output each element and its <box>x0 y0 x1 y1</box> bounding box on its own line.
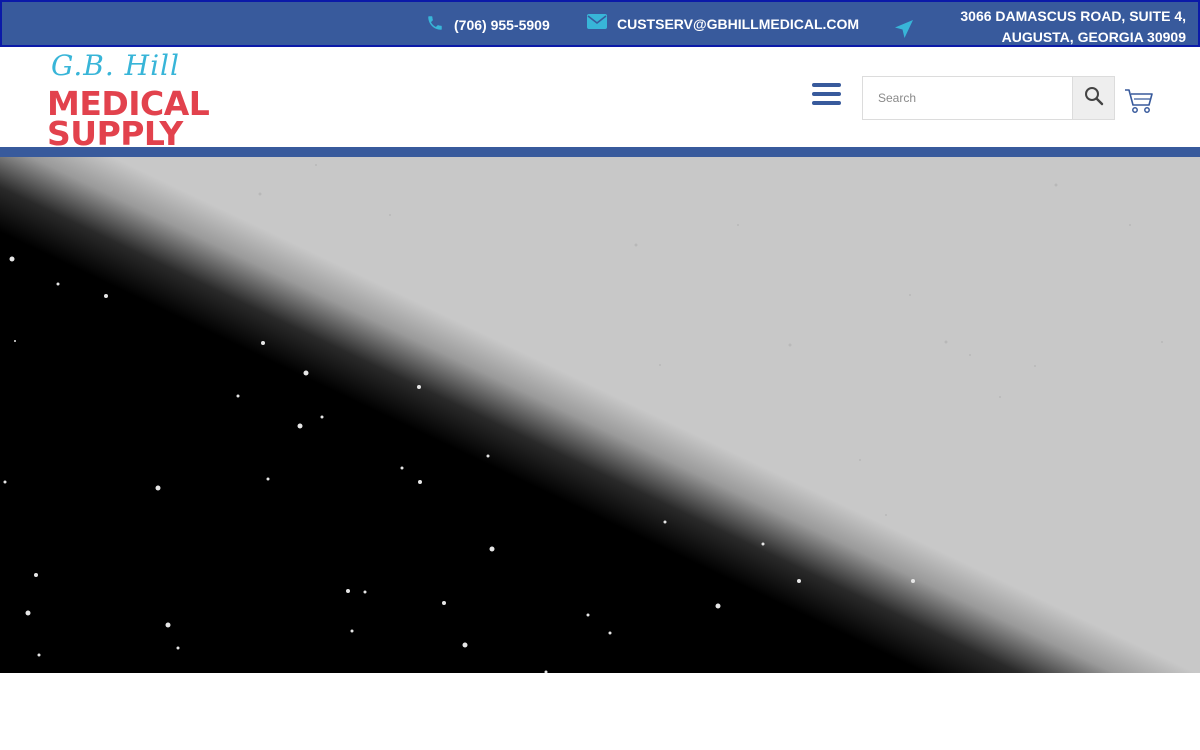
speck <box>400 466 404 470</box>
speck <box>389 214 391 216</box>
speck <box>797 579 801 583</box>
speck <box>315 164 317 166</box>
speck <box>56 282 60 286</box>
speck <box>3 480 7 484</box>
speck <box>1161 341 1163 343</box>
speck <box>489 546 495 552</box>
location-arrow-icon <box>894 19 914 42</box>
hero-background-image <box>0 157 1200 673</box>
phone-number: (706) 955-5909 <box>454 16 550 33</box>
speck <box>909 294 911 296</box>
speck <box>346 589 350 593</box>
speck <box>737 224 739 226</box>
speck <box>462 642 468 648</box>
speck <box>442 601 446 605</box>
email-address: CUSTSERV@GBHILLMEDICAL.COM <box>617 15 860 32</box>
speck <box>418 480 422 484</box>
header-divider-stripe <box>0 147 1200 157</box>
speck <box>14 340 16 342</box>
speck <box>1129 224 1131 226</box>
speck <box>788 343 792 347</box>
speck <box>859 459 861 461</box>
speck <box>37 653 41 657</box>
speck <box>417 385 421 389</box>
top-contact-bar: (706) 955-5909 CUSTSERV@GBHILLMEDICAL.CO… <box>0 0 1200 47</box>
address-link[interactable]: 3066 DAMASCUS ROAD, SUITE 4, AUGUSTA, GE… <box>894 6 1186 48</box>
speck <box>261 341 265 345</box>
speck <box>350 629 354 633</box>
speck <box>363 590 367 594</box>
speck <box>303 370 309 376</box>
speck <box>608 631 612 635</box>
envelope-icon <box>587 14 607 33</box>
speck <box>320 415 324 419</box>
speck <box>486 454 490 458</box>
speck <box>266 477 270 481</box>
speck <box>529 377 531 379</box>
search-input[interactable] <box>863 77 1074 119</box>
address-line-1: 3066 DAMASCUS ROAD, SUITE 4, <box>960 8 1186 24</box>
email-link[interactable]: CUSTSERV@GBHILLMEDICAL.COM <box>587 14 859 33</box>
speck <box>176 646 180 650</box>
logo-script-text: G.B. Hill <box>51 49 180 82</box>
speck <box>258 192 262 196</box>
search-button[interactable] <box>1072 77 1114 119</box>
speck <box>715 603 721 609</box>
speck <box>885 514 887 516</box>
speck <box>155 485 161 491</box>
speck <box>104 294 108 298</box>
speck <box>165 622 171 628</box>
search-icon <box>1084 86 1104 111</box>
speck <box>999 396 1001 398</box>
speck <box>659 364 661 366</box>
phone-link[interactable]: (706) 955-5909 <box>426 14 550 35</box>
address-text: 3066 DAMASCUS ROAD, SUITE 4, AUGUSTA, GE… <box>932 6 1186 48</box>
speck <box>911 579 915 583</box>
phone-icon <box>426 14 444 35</box>
speck <box>761 542 765 546</box>
site-logo[interactable]: G.B. Hill MEDICAL SUPPLY <box>47 49 232 153</box>
hamburger-menu-icon[interactable] <box>812 83 844 109</box>
speck <box>236 394 240 398</box>
address-line-2: AUGUSTA, GEORGIA 30909 <box>1001 29 1186 45</box>
speck <box>634 243 638 247</box>
speck <box>34 573 38 577</box>
search-form <box>862 76 1115 120</box>
cart-icon[interactable] <box>1124 87 1154 115</box>
speck <box>9 256 15 262</box>
speck <box>663 520 667 524</box>
speck <box>1054 183 1058 187</box>
speck <box>25 610 31 616</box>
speck <box>969 354 971 356</box>
hero-banner <box>0 157 1200 673</box>
speck <box>944 340 948 344</box>
speck <box>586 613 590 617</box>
speck <box>1034 365 1036 367</box>
speck <box>297 423 303 429</box>
site-header: G.B. Hill MEDICAL SUPPLY <box>0 47 1200 153</box>
logo-supply-text: SUPPLY <box>47 114 183 153</box>
